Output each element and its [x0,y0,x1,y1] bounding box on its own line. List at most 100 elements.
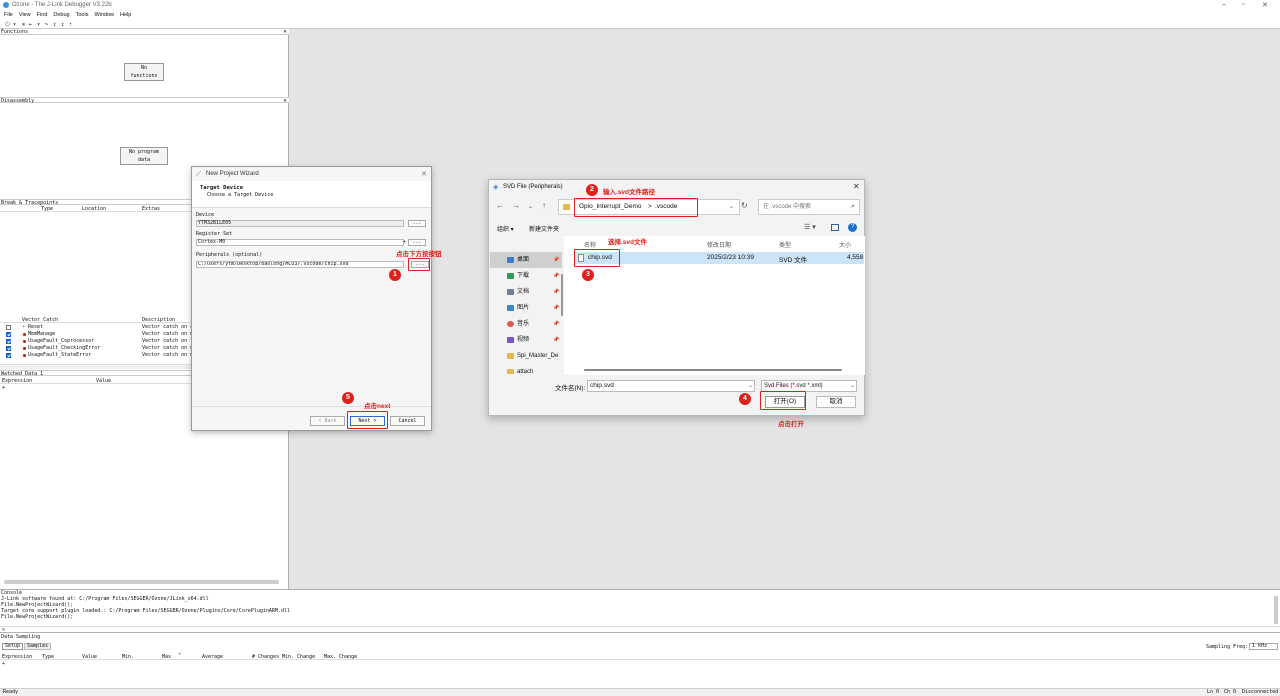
window-title: Ozone - The J-Link Debugger V3.22b [12,2,112,8]
vertical-scrollbar[interactable] [1274,596,1278,624]
folder-icon [507,369,514,374]
sidebar-item-videos[interactable]: 视频 📌 [490,332,562,348]
maximize-icon[interactable]: ▫ [1242,1,1244,8]
annotation-number-1: 1 [389,269,401,281]
checkbox-checked[interactable] [6,353,11,358]
column-type[interactable]: 类型 [779,240,791,249]
folder-icon [563,204,570,210]
back-button[interactable]: < Back [310,416,345,426]
sampling-freq-select[interactable]: 1 kHz [1249,643,1278,650]
chevron-down-icon[interactable]: ⌄ [528,203,533,210]
device-browse-button[interactable]: ... [408,220,426,227]
menu-view[interactable]: View [19,11,31,20]
dropdown-arrow-icon[interactable]: ▾ [35,21,42,28]
pause-icon[interactable]: ⏸ [20,21,27,28]
sidebar-item-documents[interactable]: 文档 📌 [490,284,562,300]
functions-title: Functions [1,29,29,35]
sidebar-item-folder[interactable]: attach [490,364,562,374]
red-dot-icon [23,333,26,336]
divider [192,406,431,407]
refresh-icon[interactable]: ↻ [741,201,748,210]
new-folder-button[interactable]: 新建文件夹 [529,224,559,233]
column-type: Type [41,206,54,212]
sampling-new-row[interactable]: + [2,661,5,667]
console-output: J-Link software found at: C:/Program Fil… [1,596,290,620]
menu-find[interactable]: Find [37,11,48,20]
checkbox[interactable] [6,325,11,330]
vector-desc: Vector catch on me [142,331,197,337]
power-icon[interactable]: ⏻ [4,21,11,28]
horizontal-scrollbar[interactable] [584,369,842,371]
watched-new-row[interactable]: + [2,385,5,391]
reset-icon[interactable]: ⇤ [27,21,34,28]
menu-tools[interactable]: Tools [76,11,89,20]
chevron-down-icon[interactable]: ⌄ [850,382,855,389]
menu-debug[interactable]: Debug [53,11,69,20]
vertical-scrollbar[interactable] [561,274,563,316]
filename-input[interactable]: chip.svd [587,380,755,392]
column-name[interactable]: 名称 [584,240,596,249]
dropdown-arrow-icon[interactable]: ▾ [11,21,18,28]
peripherals-field[interactable]: C:/Users/ytm/Desktop/baolong/MCU3/.vscod… [196,261,404,268]
red-dot-icon [23,354,26,357]
red-dot-icon [23,340,26,343]
close-icon[interactable]: ✕ [1262,1,1268,9]
sort-arrow-icon[interactable]: ^ [178,653,181,659]
up-arrow-icon[interactable]: ↑ [542,201,546,210]
chevron-down-icon[interactable]: ▾ [403,239,406,245]
menu-help[interactable]: Help [120,11,131,20]
column-max: Max [162,654,172,660]
preview-pane-icon[interactable] [831,224,839,231]
step-into-icon[interactable]: ↧ [51,21,58,28]
checkbox-checked[interactable] [6,339,11,344]
menu-window[interactable]: Window [94,11,114,20]
tab-setup[interactable]: Setup [2,643,24,650]
chevron-down-icon[interactable]: ⌄ [748,382,753,389]
register-set-select[interactable]: Cortex-M0 [196,239,404,246]
step-out-icon[interactable]: ↥ [59,21,66,28]
sidebar-item-folder[interactable]: Spi_Master_De [490,348,562,364]
menu-file[interactable]: File [4,11,13,20]
sampling-freq-label: Sampling Freq: [1206,644,1249,650]
annotation-text-3: 选择.svd文件 [608,239,648,246]
column-type: Type [42,654,55,660]
horizontal-scrollbar[interactable] [4,580,279,584]
cancel-button[interactable]: 取消 [816,396,856,408]
register-browse-button[interactable]: ... [408,239,426,246]
minimize-icon[interactable]: – [1222,1,1226,8]
chevron-down-icon[interactable]: ⌄ [729,203,734,210]
step-back-icon[interactable]: ⇡ [67,21,74,28]
sidebar-item-downloads[interactable]: 下载 📌 [490,268,562,284]
close-icon[interactable]: ✕ [283,29,287,35]
back-arrow-icon[interactable]: ← [496,201,504,210]
vector-name: UsageFault_StateError [28,352,92,358]
picture-icon [507,305,514,311]
column-max-change: Max. Change [324,654,358,660]
sidebar-item-desktop[interactable]: 桌面 📌 [490,252,562,268]
device-field[interactable]: YTM32B1LE05 [196,220,404,227]
help-icon[interactable]: ? [848,223,857,232]
search-icon: ⌕ [851,203,855,210]
sidebar-item-music[interactable]: 音乐 📌 [490,316,562,332]
annotation-box-2 [574,198,698,217]
tab-samples[interactable]: Samples [24,643,52,650]
pin-icon: 📌 [553,257,560,263]
organize-menu[interactable]: 组织 ▾ [497,224,514,233]
cancel-button[interactable]: Cancel [390,416,425,426]
checkbox-checked[interactable] [6,332,11,337]
sidebar-item-pictures[interactable]: 图片 📌 [490,300,562,316]
column-extras: Extras [142,206,161,212]
column-size[interactable]: 大小 [839,240,851,249]
close-icon[interactable]: ✕ [853,182,860,191]
step-over-icon[interactable]: ↷ [43,21,50,28]
checkbox-checked[interactable] [6,346,11,351]
column-date[interactable]: 修改日期 [707,240,731,249]
search-input[interactable]: 在 .vscode 中搜索 ⌕ [758,199,860,215]
vector-desc: Vector catch on co [142,324,197,330]
view-options-icon[interactable]: ☰ ▾ [804,223,816,231]
column-vector-catch: Vector Catch [22,317,59,323]
close-icon[interactable]: ✕ [283,98,287,104]
close-icon[interactable]: ✕ [421,170,427,178]
annotation-text-4: 点击打开 [778,421,804,428]
forward-arrow-icon[interactable]: → [512,201,520,210]
